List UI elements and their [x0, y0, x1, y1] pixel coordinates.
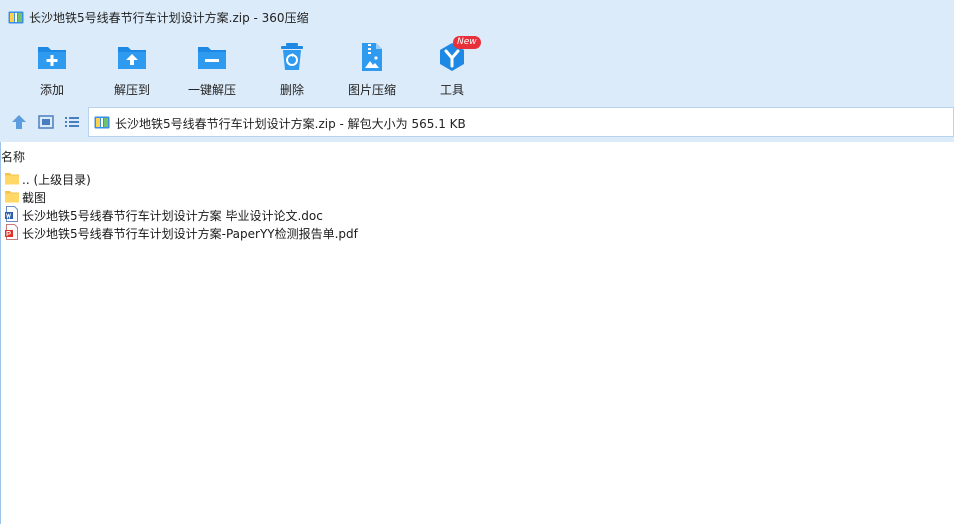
image-compress-icon: [362, 43, 382, 71]
one-click-extract-icon: [198, 47, 226, 69]
add-button-label: 添加: [39, 83, 64, 97]
image-compress-button-label: 图片压缩: [347, 83, 396, 97]
tools-button-label: 工具: [439, 83, 464, 97]
zip-archive-icon: [8, 11, 24, 24]
one-click-extract-button-label: 一键解压: [187, 83, 236, 97]
add-folder-icon: [38, 47, 66, 69]
image-compress-button[interactable]: 图片压缩: [336, 38, 408, 100]
word-document-icon: [5, 206, 18, 222]
tools-button[interactable]: New 工具: [416, 36, 488, 100]
file-list: 名称 .. (上级目录) 截图 长沙地铁5号线春节行车计划设计方案 毕业设计论文…: [0, 142, 954, 524]
new-badge: New: [453, 36, 481, 49]
address-bar[interactable]: 长沙地铁5号线春节行车计划设计方案.zip - 解包大小为 565.1 KB: [88, 107, 954, 137]
up-arrow-icon[interactable]: [10, 113, 28, 131]
thumbnail-view-icon[interactable]: [37, 113, 55, 131]
navigation-bar: 长沙地铁5号线春节行车计划设计方案.zip - 解包大小为 565.1 KB: [0, 102, 954, 142]
extract-to-button-label: 解压到: [113, 83, 150, 97]
title-bar: 长沙地铁5号线春节行车计划设计方案.zip - 360压缩: [0, 0, 954, 34]
one-click-extract-button[interactable]: 一键解压: [176, 38, 248, 100]
recycle-bin-icon: [281, 43, 303, 70]
folder-icon: [5, 191, 19, 203]
window-title: 长沙地铁5号线春节行车计划设计方案.zip - 360压缩: [29, 11, 309, 25]
file-name: 长沙地铁5号线春节行车计划设计方案-PaperYY检测报告单.pdf: [22, 227, 358, 241]
toolbar: 添加 解压到 一键解压 删除 图片压缩 New 工具: [0, 34, 954, 102]
column-header-name[interactable]: 名称: [1, 148, 25, 165]
pdf-document-icon: [5, 224, 18, 240]
extract-to-button[interactable]: 解压到: [96, 38, 168, 100]
delete-button-label: 删除: [279, 83, 304, 97]
delete-button[interactable]: 删除: [256, 38, 328, 100]
extract-to-icon: [118, 47, 146, 69]
file-name: 截图: [22, 191, 47, 205]
list-view-icon[interactable]: [63, 113, 81, 131]
file-name: .. (上级目录): [22, 173, 91, 187]
add-button[interactable]: 添加: [16, 38, 88, 100]
zip-archive-icon: [94, 116, 110, 129]
address-text: 长沙地铁5号线春节行车计划设计方案.zip - 解包大小为 565.1 KB: [115, 117, 466, 131]
file-name: 长沙地铁5号线春节行车计划设计方案 毕业设计论文.doc: [22, 209, 323, 223]
folder-icon: [5, 173, 19, 185]
